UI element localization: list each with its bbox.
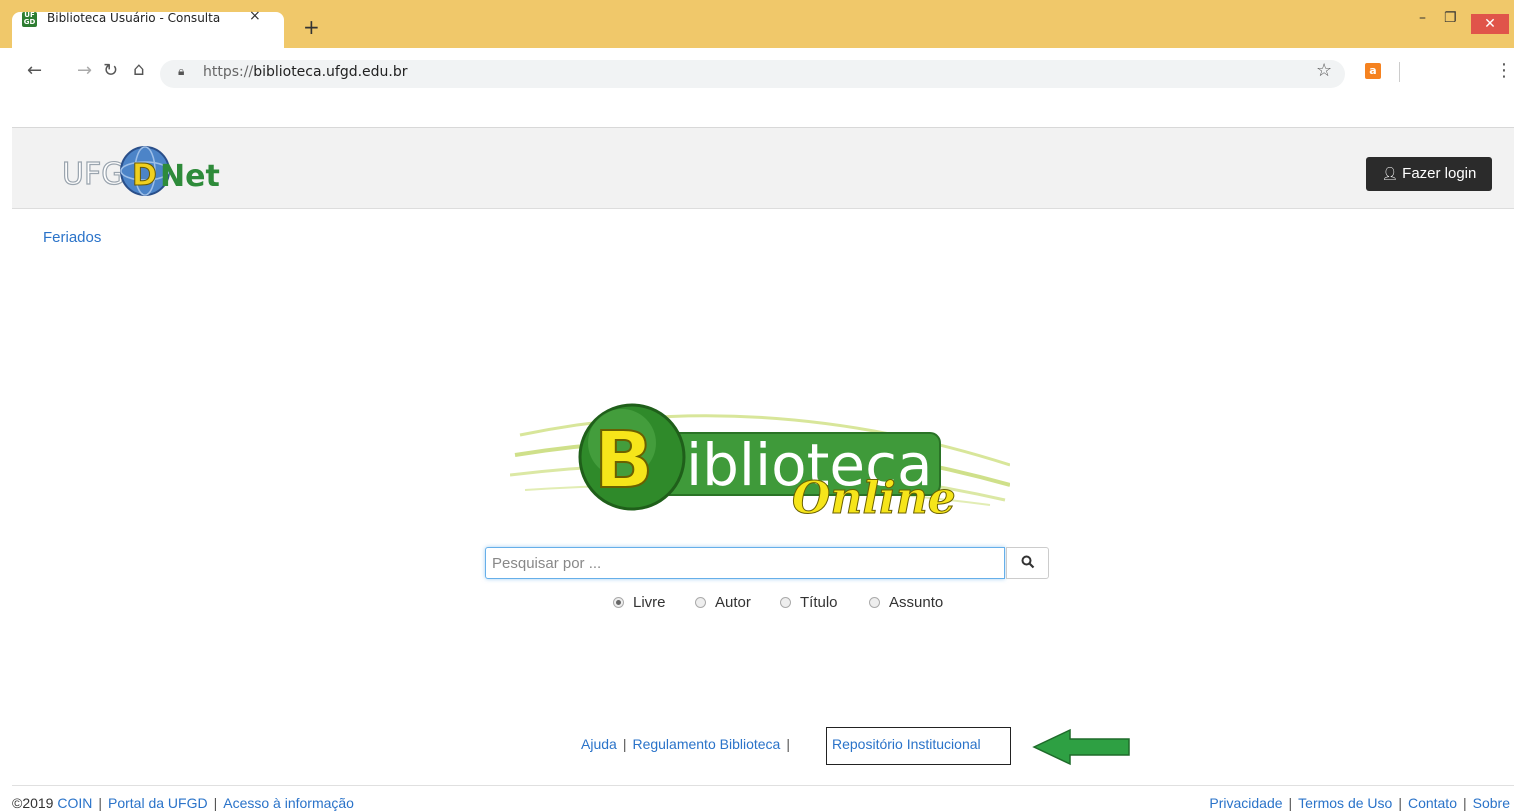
ajuda-link[interactable]: Ajuda: [581, 736, 617, 752]
portal-ufgd-link[interactable]: Portal da UFGD: [108, 795, 208, 811]
toolbar-divider: [1399, 62, 1400, 82]
star-icon[interactable]: ☆: [1316, 60, 1332, 81]
search-input[interactable]: [485, 547, 1005, 579]
favicon-icon: UF GD: [22, 11, 37, 27]
ufgdnet-logo[interactable]: UFG D Net: [56, 142, 226, 196]
feriados-link[interactable]: Feriados: [43, 229, 101, 246]
footer-right: Privacidade | Termos de Uso | Contato | Sobre: [1209, 795, 1510, 811]
privacidade-link[interactable]: Privacidade: [1209, 795, 1282, 811]
radio-autor[interactable]: [695, 596, 706, 608]
bottom-links: Ajuda | Regulamento Biblioteca |: [581, 736, 790, 752]
close-tab-icon[interactable]: ×: [249, 8, 261, 24]
separator: |: [98, 795, 102, 811]
restore-icon[interactable]: ❐: [1444, 10, 1457, 26]
filter-livre[interactable]: Livre: [613, 592, 666, 612]
back-icon[interactable]: ←: [27, 60, 42, 82]
filter-autor-label: Autor: [715, 593, 751, 611]
filter-assunto-label: Assunto: [889, 593, 944, 611]
footer-divider: [12, 785, 1514, 786]
separator: |: [213, 795, 218, 811]
user-icon: 👤︎: [1381, 167, 1399, 182]
window-close-button[interactable]: ✕: [1471, 14, 1509, 34]
logo-text-right: Net: [160, 159, 220, 194]
forward-icon[interactable]: →: [77, 60, 92, 82]
logo-letter: D: [132, 158, 157, 193]
separator: |: [1288, 795, 1293, 811]
separator: |: [786, 736, 790, 752]
filter-livre-label: Livre: [633, 593, 666, 611]
url-text[interactable]: https://biblioteca.ufgd.edu.br: [203, 64, 408, 80]
separator: |: [622, 736, 627, 752]
separator: |: [1398, 795, 1402, 811]
arrow-left-icon: [1032, 728, 1130, 766]
coin-link[interactable]: COIN: [57, 795, 92, 811]
logo-online: Online: [792, 473, 956, 524]
regulamento-link[interactable]: Regulamento Biblioteca: [632, 736, 780, 752]
extension-icon[interactable]: a: [1365, 63, 1381, 79]
biblioteca-online-logo: B iblioteca Online: [510, 403, 1010, 525]
footer-left: ©2019 COIN | Portal da UFGD | Acesso à infor…: [12, 795, 354, 811]
repositorio-link[interactable]: Repositório Institucional: [832, 736, 981, 752]
site-header: [12, 127, 1514, 209]
login-button[interactable]: 👤︎ Fazer login: [1366, 157, 1492, 191]
acesso-informacao-link[interactable]: Acesso à informação: [223, 795, 354, 811]
search-button[interactable]: [1006, 547, 1049, 579]
filter-titulo[interactable]: Título: [780, 592, 838, 612]
reload-icon[interactable]: ↻: [103, 60, 118, 82]
lock-icon[interactable]: 🔒︎: [178, 64, 184, 79]
filter-assunto[interactable]: Assunto: [869, 592, 943, 612]
radio-assunto[interactable]: [869, 596, 880, 608]
termos-link[interactable]: Termos de Uso: [1298, 795, 1392, 811]
copyright-text: ©2019: [12, 795, 54, 811]
tab-title: Biblioteca Usuário - Consulta: [47, 11, 221, 25]
url-scheme: https://: [203, 64, 254, 80]
home-icon[interactable]: ⌂: [133, 59, 144, 81]
logo-text-left: UFG: [62, 157, 124, 192]
filter-autor[interactable]: Autor: [695, 592, 751, 612]
new-tab-button[interactable]: +: [303, 17, 320, 37]
menu-icon[interactable]: ⋮: [1495, 60, 1513, 81]
radio-livre[interactable]: [613, 596, 624, 608]
minimize-icon[interactable]: –: [1419, 10, 1426, 26]
login-label: Fazer login: [1402, 165, 1477, 182]
radio-titulo[interactable]: [780, 596, 791, 608]
filter-titulo-label: Título: [800, 593, 838, 611]
separator: |: [1463, 795, 1467, 811]
logo-big-letter: B: [594, 416, 653, 506]
contato-link[interactable]: Contato: [1408, 795, 1457, 811]
url-host: biblioteca.ufgd.edu.br: [253, 64, 408, 80]
sobre-link[interactable]: Sobre: [1473, 795, 1510, 811]
search-icon: [1021, 555, 1034, 568]
